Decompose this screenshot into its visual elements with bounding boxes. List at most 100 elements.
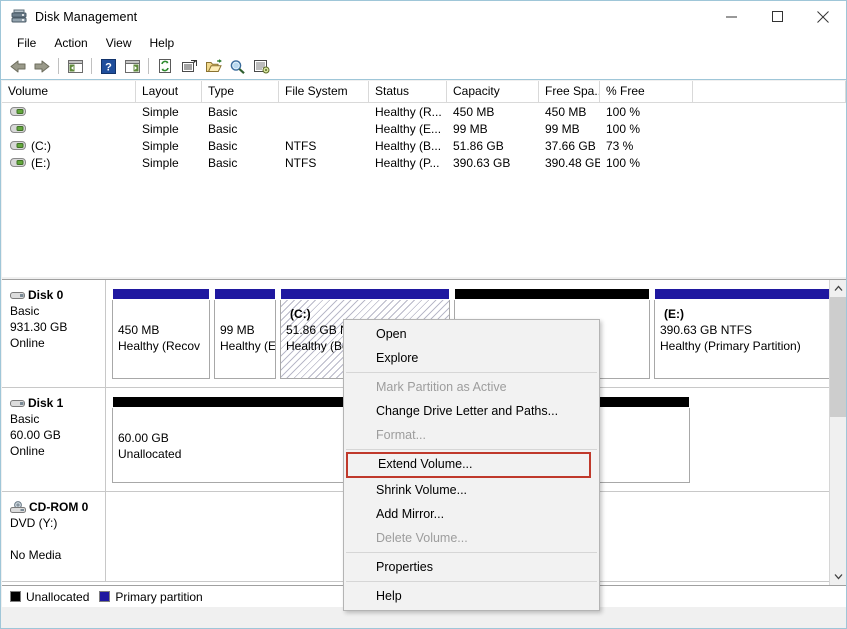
disk-name: CD-ROM 0 <box>29 500 89 514</box>
cell-layout: Simple <box>142 104 179 119</box>
menu-item-help[interactable]: Help <box>344 584 599 608</box>
drive-icon <box>10 106 26 117</box>
legend-swatch <box>99 591 111 602</box>
cell-volume <box>2 106 136 117</box>
context-menu: Open Explore Mark Partition as Active Chang… <box>343 319 600 611</box>
scrollbar-thumb[interactable] <box>830 297 846 417</box>
disk-size <box>10 531 105 547</box>
partition-size: 450 MB <box>118 323 160 337</box>
legend-label: Unallocated <box>26 589 90 604</box>
partition-size: 99 MB <box>220 323 255 337</box>
column-header-file-system[interactable]: File System <box>279 81 369 102</box>
cell-layout: Simple <box>142 121 179 136</box>
svg-text:?: ? <box>105 61 112 73</box>
show-hide-action-pane-icon[interactable] <box>121 55 143 77</box>
disk-management-window: Disk Management File Action View Help ? … <box>0 0 847 629</box>
column-header-status[interactable]: Status <box>369 81 447 102</box>
partition-block[interactable]: 450 MB Healthy (Recov <box>112 288 210 379</box>
menu-item-mark-partition-as-active: Mark Partition as Active <box>376 380 507 394</box>
legend-swatch <box>10 591 21 602</box>
column-header-type[interactable]: Type <box>202 81 279 102</box>
partition-block[interactable]: (E:) 390.63 GB NTFS Healthy (Primary Parti… <box>654 288 846 379</box>
scroll-up-arrow-icon[interactable] <box>830 280 846 297</box>
table-row[interactable]: (C:) Simple Basic NTFS Healthy (B... 51.86 GB… <box>2 137 846 154</box>
legend-item: Unallocated <box>10 590 89 604</box>
cell-status: Healthy (E... <box>375 121 442 136</box>
partition-capacity-bar <box>214 288 276 300</box>
disk-management-icon <box>11 9 27 25</box>
disk-info[interactable]: Disk 1 Basic 60.00 GB Online <box>2 388 106 491</box>
table-row[interactable]: Simple Basic Healthy (E... 99 MB 99 MB 100 % <box>2 120 846 137</box>
menu-bar: File Action View Help <box>1 32 846 53</box>
table-row[interactable]: (E:) Simple Basic NTFS Healthy (P... 390.63 G… <box>2 154 846 171</box>
disk-info[interactable]: CD-ROM 0 DVD (Y:) No Media <box>2 492 106 581</box>
cell-percent-free: 100 % <box>606 155 641 170</box>
cell-type: Basic <box>208 104 238 119</box>
partition-block[interactable]: 99 MB Healthy (E <box>214 288 276 379</box>
partition-label: (E:) <box>664 307 684 321</box>
cell-status: Healthy (R... <box>375 104 442 119</box>
hard-disk-icon <box>10 290 26 301</box>
legend-label: Primary partition <box>115 589 203 604</box>
partition-size: 390.63 GB NTFS <box>660 323 753 337</box>
properties-icon[interactable] <box>178 55 200 77</box>
minimize-button[interactable] <box>708 1 754 32</box>
disk-name: Disk 0 <box>28 288 64 302</box>
menu-item-extend-volume[interactable]: Extend Volume... <box>346 452 591 478</box>
menu-action[interactable]: Action <box>45 34 96 52</box>
menu-item-delete-volume: Delete Volume... <box>376 531 468 545</box>
menu-view[interactable]: View <box>97 34 141 52</box>
disk-info[interactable]: Disk 0 Basic 931.30 GB Online <box>2 280 106 387</box>
volume-list-header: Volume Layout Type File System Status Capacit… <box>2 81 846 103</box>
window-controls <box>708 1 846 32</box>
partition-status: Healthy (E <box>220 339 276 353</box>
column-header-volume[interactable]: Volume <box>2 81 136 102</box>
column-header-capacity[interactable]: Capacity <box>447 81 539 102</box>
partition-details: 99 MB Healthy (E <box>214 300 276 379</box>
menu-item-shrink-volume[interactable]: Shrink Volume... <box>344 478 599 502</box>
menu-item-explore[interactable]: Explore <box>344 346 599 370</box>
column-header-blank[interactable] <box>693 81 846 102</box>
partition-label <box>220 306 271 322</box>
partition-capacity-bar <box>654 288 846 300</box>
disk-status: Online <box>10 444 45 458</box>
scroll-down-arrow-icon[interactable] <box>830 568 846 585</box>
menu-item-add-mirror[interactable]: Add Mirror... <box>344 502 599 526</box>
menu-item-open[interactable]: Open <box>344 322 599 346</box>
forward-icon[interactable] <box>31 55 53 77</box>
menu-item-change-drive-letter-and-paths[interactable]: Change Drive Letter and Paths... <box>344 399 599 423</box>
graphical-view-scrollbar[interactable] <box>829 280 846 585</box>
show-hide-console-tree-icon[interactable] <box>64 55 86 77</box>
maximize-button[interactable] <box>754 1 800 32</box>
cell-volume <box>2 123 136 134</box>
help-icon[interactable]: ? <box>97 55 119 77</box>
close-button[interactable] <box>800 1 846 32</box>
back-icon[interactable] <box>7 55 29 77</box>
explore-icon[interactable] <box>226 55 248 77</box>
menu-item-format: Format... <box>376 428 427 442</box>
rescan-disks-icon[interactable] <box>154 55 176 77</box>
cell-capacity: 99 MB <box>453 121 488 136</box>
cell-layout: Simple <box>142 155 179 170</box>
cell-free-space: 37.66 GB <box>545 138 596 153</box>
open-icon[interactable] <box>202 55 224 77</box>
disk-type: DVD (Y:) <box>10 516 58 530</box>
cell-type: Basic <box>208 121 238 136</box>
cell-percent-free: 73 % <box>606 138 634 153</box>
partition-details: 450 MB Healthy (Recov <box>112 300 210 379</box>
menu-file[interactable]: File <box>8 34 45 52</box>
cell-percent-free: 100 % <box>606 104 641 119</box>
toolbar: ? <box>1 53 846 80</box>
cell-capacity: 51.86 GB <box>453 138 504 153</box>
drive-icon <box>10 157 26 168</box>
all-tasks-icon[interactable] <box>250 55 272 77</box>
column-header-free-spa[interactable]: Free Spa... <box>539 81 600 102</box>
volume-label: (E:) <box>31 155 51 170</box>
table-row[interactable]: Simple Basic Healthy (R... 450 MB 450 MB 100 … <box>2 103 846 120</box>
column-header-free[interactable]: % Free <box>600 81 693 102</box>
column-header-layout[interactable]: Layout <box>136 81 202 102</box>
cell-file-system: NTFS <box>285 155 317 170</box>
drive-icon <box>10 140 26 151</box>
menu-item-properties[interactable]: Properties <box>344 555 599 579</box>
menu-help[interactable]: Help <box>141 34 184 52</box>
